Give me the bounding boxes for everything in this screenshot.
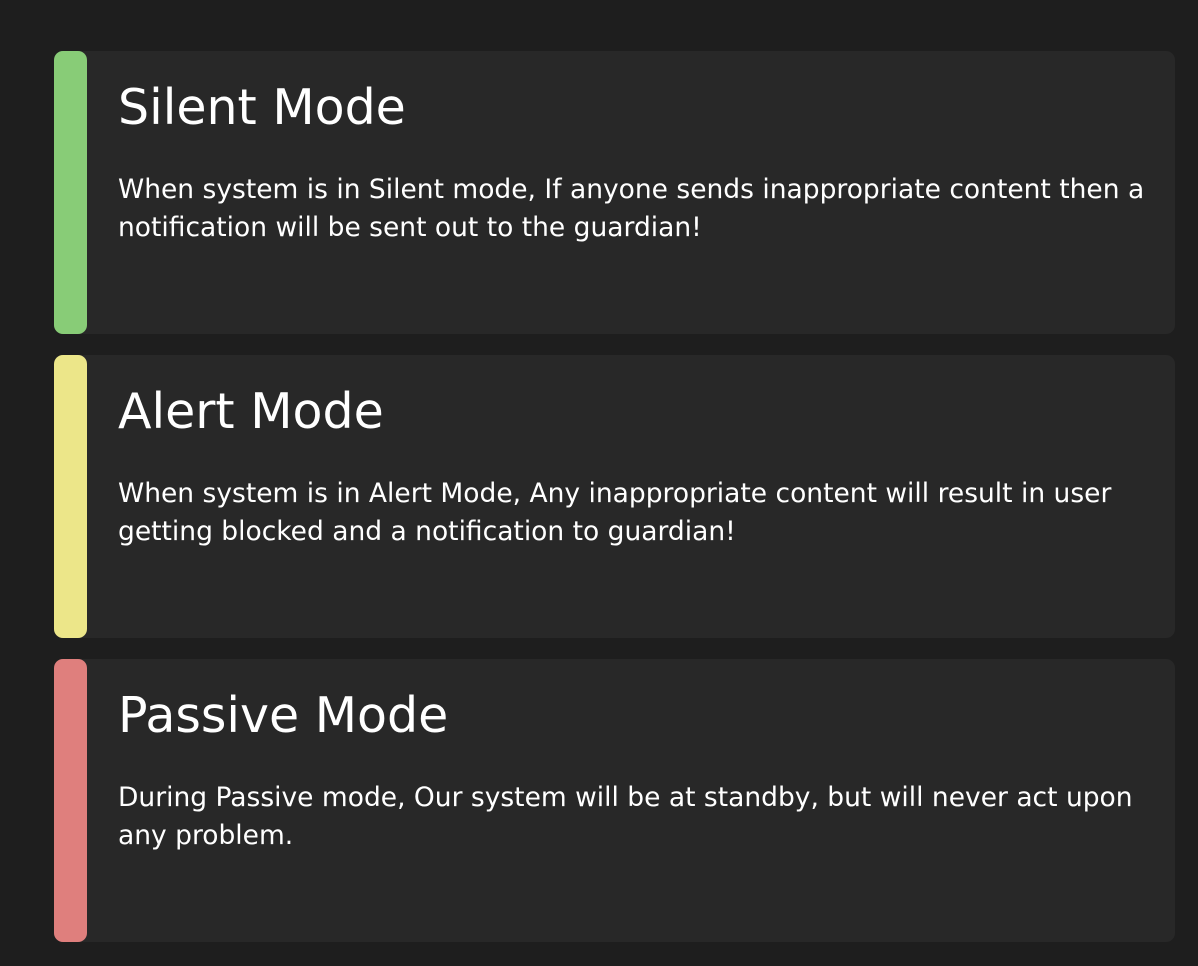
alert-mode-card[interactable]: Alert Mode When system is in Alert Mode,… bbox=[54, 355, 1175, 638]
passive-mode-accent-bar bbox=[54, 659, 87, 942]
mode-list: Silent Mode When system is in Silent mod… bbox=[54, 51, 1175, 942]
silent-mode-description: When system is in Silent mode, If anyone… bbox=[118, 174, 1145, 243]
alert-mode-title: Alert Mode bbox=[118, 383, 384, 440]
passive-mode-description: During Passive mode, Our system will be … bbox=[118, 782, 1133, 851]
silent-mode-card[interactable]: Silent Mode When system is in Silent mod… bbox=[54, 51, 1175, 334]
silent-mode-title: Silent Mode bbox=[118, 79, 406, 136]
silent-mode-accent-bar bbox=[54, 51, 87, 334]
passive-mode-card[interactable]: Passive Mode During Passive mode, Our sy… bbox=[54, 659, 1175, 942]
alert-mode-accent-bar bbox=[54, 355, 87, 638]
passive-mode-title: Passive Mode bbox=[118, 687, 449, 744]
alert-mode-description: When system is in Alert Mode, Any inappr… bbox=[118, 478, 1112, 547]
